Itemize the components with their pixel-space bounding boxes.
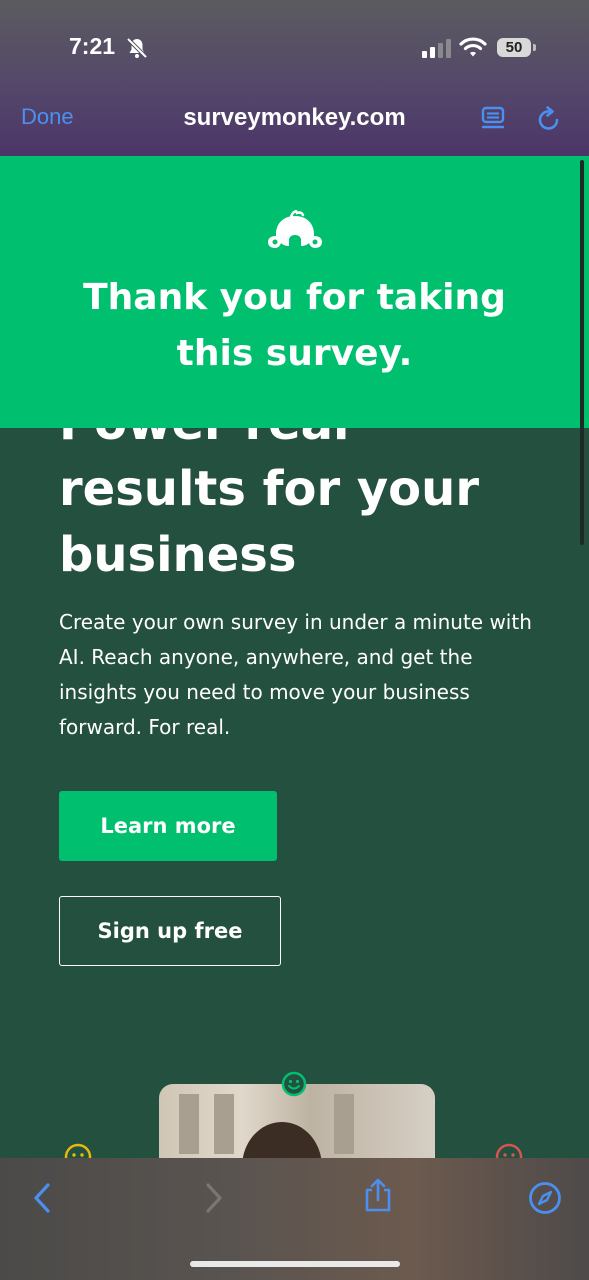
reader-icon[interactable] (479, 105, 507, 133)
battery-icon (533, 44, 536, 51)
battery-indicator: 50 (497, 38, 531, 57)
status-time: 7:21 (69, 33, 116, 59)
share-icon[interactable] (361, 1178, 395, 1212)
home-indicator[interactable] (190, 1261, 400, 1267)
compass-icon[interactable] (528, 1181, 562, 1215)
sign-up-free-button[interactable]: Sign up free (59, 896, 281, 966)
done-button[interactable]: Done (21, 104, 74, 130)
learn-more-button[interactable]: Learn more (59, 791, 277, 861)
scrollbar[interactable] (580, 160, 584, 545)
thank-you-message: Thank you for taking this survey. (83, 277, 506, 374)
back-icon[interactable] (26, 1181, 60, 1215)
reload-icon[interactable] (535, 105, 563, 133)
smiley-face-icon (281, 1071, 307, 1097)
surveymonkey-logo-icon (268, 210, 322, 248)
signal-icon (422, 39, 451, 58)
hero-description: Create your own survey in under a minute… (59, 610, 532, 739)
bell-slash-icon (126, 37, 148, 59)
forward-icon[interactable] (196, 1181, 230, 1215)
wifi-icon (459, 37, 487, 57)
